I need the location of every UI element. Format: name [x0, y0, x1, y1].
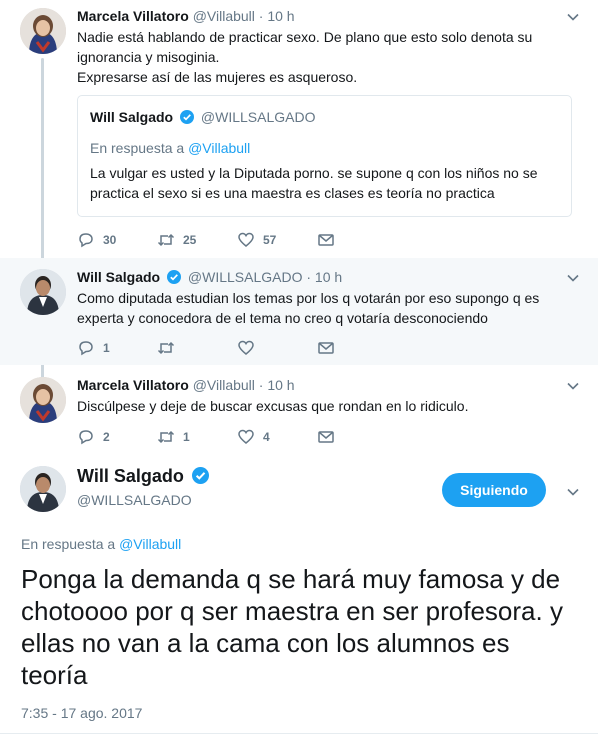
following-button[interactable]: Siguiendo [442, 473, 546, 507]
verified-badge-icon [191, 467, 209, 484]
like-button[interactable]: 57 [237, 230, 276, 250]
focus-author-handle[interactable]: @WILLSALGADO [77, 492, 192, 508]
retweet-icon [157, 233, 175, 247]
reply-button[interactable]: 30 [77, 230, 116, 250]
chevron-down-icon[interactable] [566, 485, 580, 499]
retweet-icon [157, 430, 175, 444]
author-name[interactable]: Will Salgado [77, 269, 160, 285]
chevron-down-icon[interactable] [566, 379, 580, 393]
focus-timestamp[interactable]: 7:35 - 17 ago. 2017 [21, 705, 142, 721]
focus-author-name[interactable]: Will Salgado [77, 466, 212, 487]
tweet-text: Discúlpese y deje de buscar excusas que … [77, 398, 469, 414]
tweet-will-reply[interactable]: Will Salgado @WILLSALGADO · 10 h Como di… [0, 258, 598, 365]
envelope-icon [318, 342, 334, 354]
author-name[interactable]: Marcela Villatoro [77, 8, 189, 24]
like-button[interactable]: 4 [237, 427, 270, 447]
like-button[interactable] [237, 338, 263, 358]
tweet-actions: 2 1 4 [77, 427, 377, 447]
tweet-actions: 1 [77, 338, 377, 358]
reply-button[interactable]: 2 [77, 427, 110, 447]
tweet-header: Will Salgado @WILLSALGADO · 10 h [77, 269, 342, 285]
divider [0, 733, 598, 734]
reply-mention-link[interactable]: @Villabull [188, 140, 250, 156]
retweet-button[interactable]: 1 [157, 427, 190, 447]
tweet-header: Marcela Villatoro @Villabull · 10 h [77, 377, 295, 393]
retweet-count: 25 [183, 233, 197, 247]
retweet-button[interactable] [157, 338, 183, 358]
tweet-text: Como diputada estudian los temas por los… [77, 290, 540, 326]
chevron-down-icon[interactable] [566, 10, 580, 24]
verified-badge-icon [180, 110, 194, 124]
quote-text: La vulgar es usted y la Diputada porno. … [90, 165, 538, 201]
reply-icon [79, 430, 93, 445]
like-count: 4 [263, 430, 270, 444]
tweet-time[interactable]: · 10 h [306, 269, 342, 285]
avatar[interactable] [20, 377, 66, 423]
reply-count: 2 [103, 430, 110, 444]
direct-message-button[interactable] [317, 338, 343, 358]
reply-icon [79, 233, 93, 248]
direct-message-button[interactable] [317, 427, 343, 447]
tweet-time[interactable]: · 10 h [259, 377, 295, 393]
avatar[interactable] [20, 269, 66, 315]
reply-count: 1 [103, 341, 110, 355]
focus-tweet-text: Ponga la demanda q se hará muy famosa y … [21, 564, 563, 690]
author-handle[interactable]: @Villabull [193, 8, 255, 24]
retweet-count: 1 [183, 430, 190, 444]
reply-context: En respuesta a @Villabull [90, 140, 250, 156]
chevron-down-icon[interactable] [566, 271, 580, 285]
quoted-tweet[interactable]: Will Salgado @WILLSALGADO En respuesta a… [77, 95, 572, 217]
author-handle[interactable]: @WILLSALGADO [188, 269, 303, 285]
like-count: 57 [263, 233, 277, 247]
heart-icon [238, 340, 254, 355]
avatar[interactable] [20, 8, 66, 54]
reply-prefix: En respuesta a [21, 536, 120, 552]
envelope-icon [318, 431, 334, 443]
retweet-icon [157, 341, 175, 355]
tweet-marcela-2[interactable]: Marcela Villatoro @Villabull · 10 h Disc… [0, 368, 598, 454]
verified-badge-icon [167, 270, 181, 284]
reply-mention-link[interactable]: @Villabull [119, 536, 181, 552]
tweet-marcela-1[interactable]: Marcela Villatoro @Villabull · 10 h Nadi… [0, 0, 598, 258]
heart-icon [238, 429, 254, 444]
reply-prefix: En respuesta a [90, 140, 189, 156]
envelope-icon [318, 234, 334, 246]
quote-author-name: Will Salgado [90, 109, 174, 125]
tweet-time[interactable]: · 10 h [259, 8, 295, 24]
reply-button[interactable]: 1 [77, 338, 110, 358]
focus-avatar[interactable] [20, 466, 66, 512]
tweet-header: Marcela Villatoro @Villabull · 10 h [77, 8, 295, 24]
focus-author-name-text[interactable]: Will Salgado [77, 466, 184, 486]
heart-icon [238, 232, 254, 247]
author-name[interactable]: Marcela Villatoro [77, 377, 189, 393]
focus-reply-context: En respuesta a @Villabull [21, 536, 181, 552]
direct-message-button[interactable] [317, 230, 343, 250]
reply-icon [79, 341, 93, 356]
author-handle[interactable]: @Villabull [193, 377, 255, 393]
tweet-text: Nadie está hablando de practicar sexo. D… [77, 29, 533, 85]
quote-header: Will Salgado @WILLSALGADO [90, 109, 315, 125]
reply-count: 30 [103, 233, 117, 247]
quote-author-handle: @WILLSALGADO [200, 109, 316, 125]
retweet-button[interactable]: 25 [157, 230, 196, 250]
tweet-actions: 30 25 57 [77, 230, 377, 250]
